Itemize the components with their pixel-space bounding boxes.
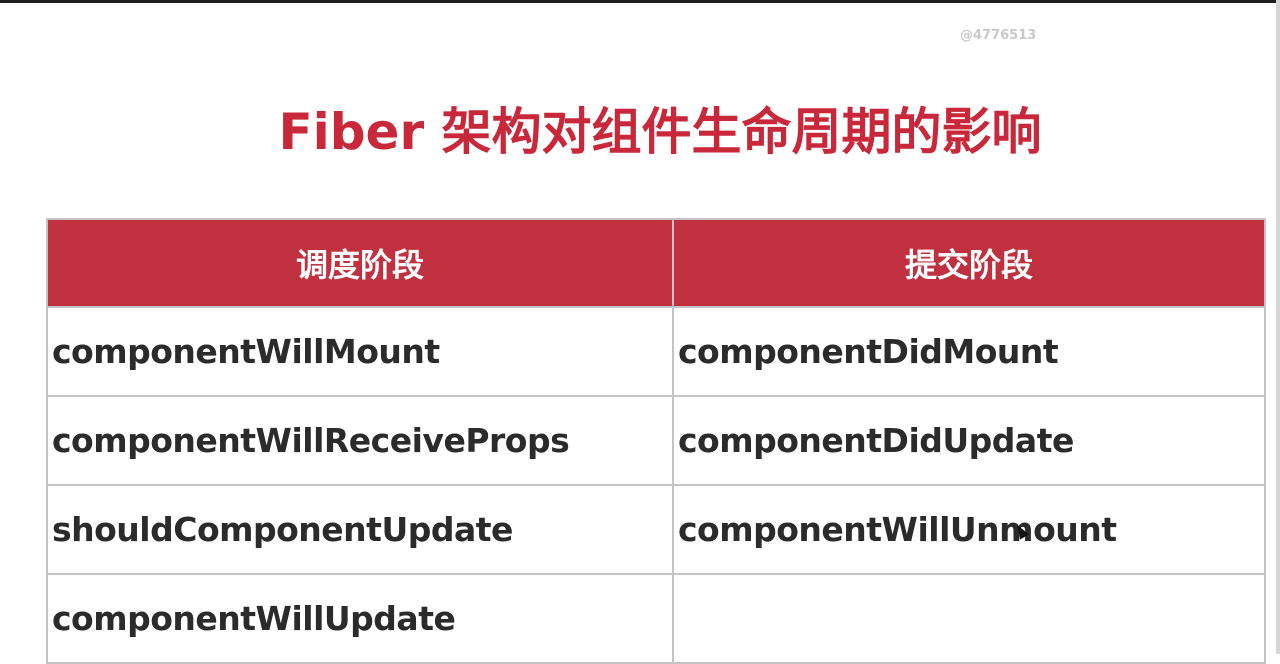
table-cell: componentWillMount xyxy=(46,306,674,397)
table-row: componentWillUpdate xyxy=(46,573,1266,664)
table-cell: componentWillUpdate xyxy=(46,573,674,664)
header-commit-phase: 提交阶段 xyxy=(672,218,1266,308)
table-cell: componentDidUpdate xyxy=(672,395,1266,486)
table-header-row: 调度阶段 提交阶段 xyxy=(46,218,1266,308)
table-row: shouldComponentUpdate componentWillUnmou… xyxy=(46,484,1266,575)
table-cell: componentWillReceiveProps xyxy=(46,395,674,486)
slide-title: Fiber 架构对组件生命周期的影响 xyxy=(278,103,1042,161)
watermark: @4776513 xyxy=(960,28,1037,43)
table-cell xyxy=(672,573,1266,664)
table-row: componentWillMount componentDidMount xyxy=(46,306,1266,397)
top-border-line xyxy=(0,0,1280,3)
table-cell: componentDidMount xyxy=(672,306,1266,397)
table-cell: componentWillUnmount xyxy=(672,484,1266,575)
header-scheduling-phase: 调度阶段 xyxy=(46,218,674,308)
table-row: componentWillReceiveProps componentDidUp… xyxy=(46,395,1266,486)
table-cell: shouldComponentUpdate xyxy=(46,484,674,575)
lifecycle-table: 调度阶段 提交阶段 componentWillMount componentDi… xyxy=(46,218,1266,664)
